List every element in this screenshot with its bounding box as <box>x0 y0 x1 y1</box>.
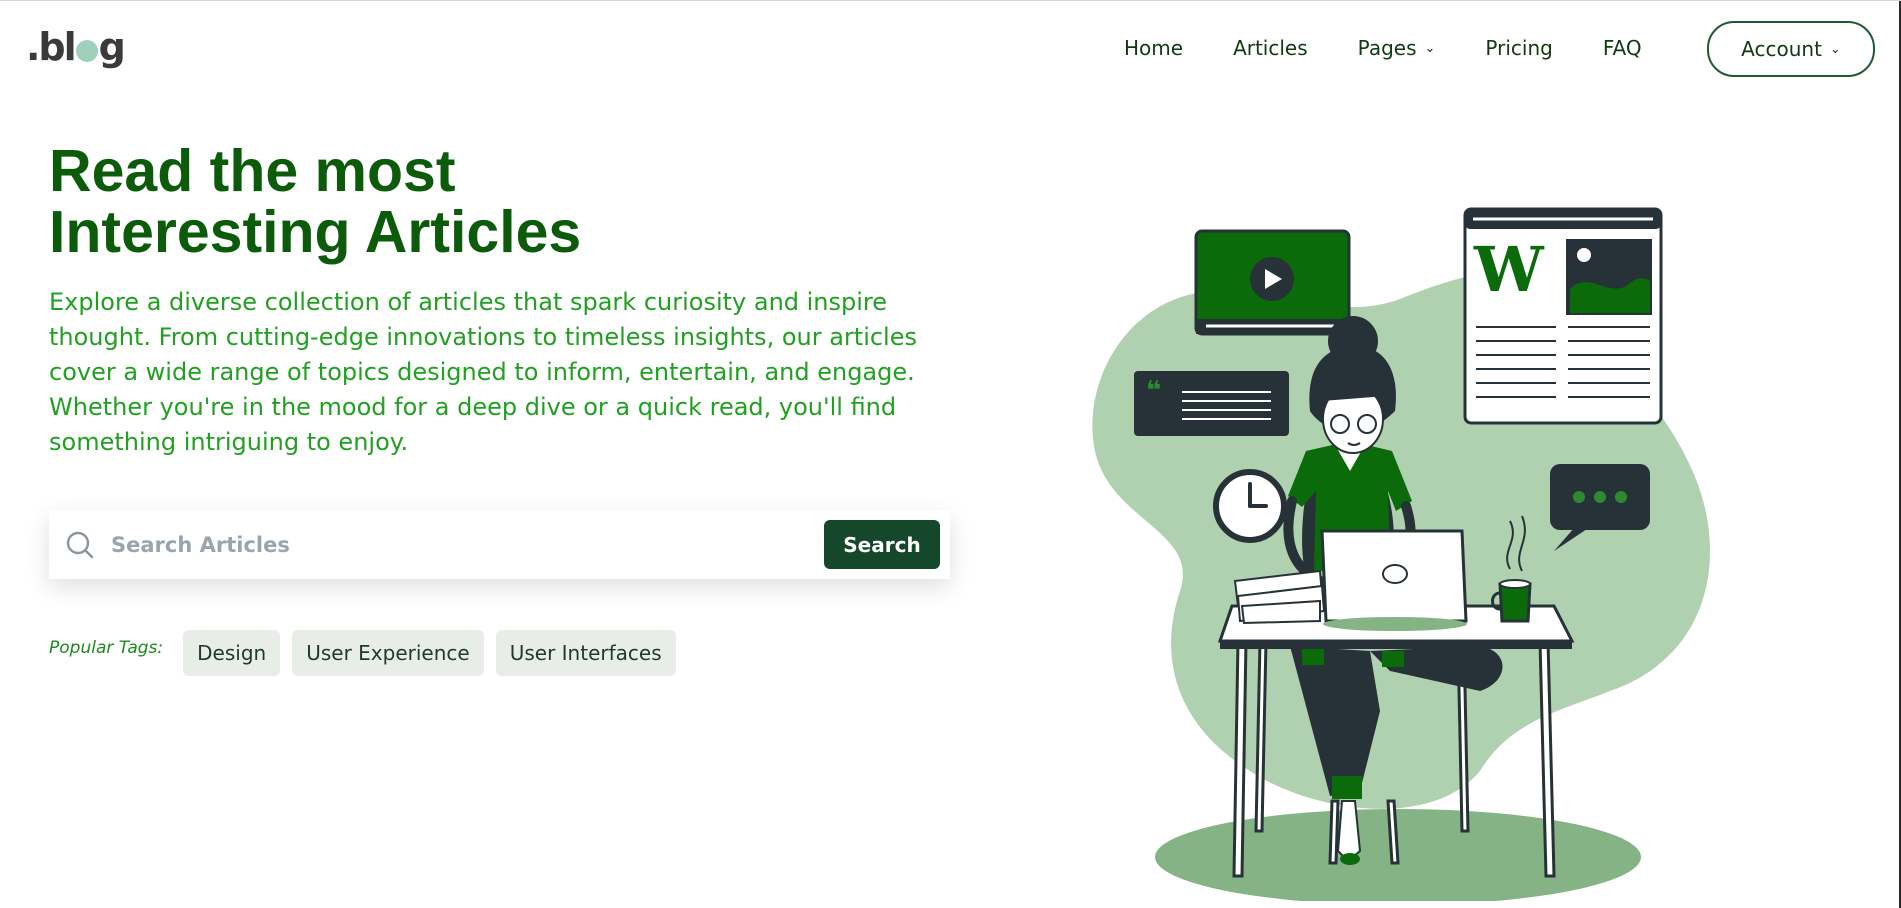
nav-articles[interactable]: Articles <box>1233 36 1308 60</box>
popular-tags: Popular Tags: Design User Experience Use… <box>49 630 688 676</box>
hero-title-line1: Read the most <box>49 138 456 204</box>
hero-title: Read the most Interesting Articles <box>49 141 749 263</box>
chevron-down-icon: ⌄ <box>1829 41 1841 57</box>
svg-text:W: W <box>1473 233 1545 306</box>
nav-pages[interactable]: Pages ⌄ <box>1358 36 1436 60</box>
hero-title-line2: Interesting Articles <box>49 199 582 265</box>
tag-user-experience[interactable]: User Experience <box>292 630 484 676</box>
tag-user-interfaces[interactable]: User Interfaces <box>495 630 676 676</box>
svg-text:❝: ❝ <box>1146 376 1161 406</box>
logo-dot <box>75 40 98 62</box>
search-input[interactable] <box>109 531 824 558</box>
books-icon <box>1233 569 1326 625</box>
search-bar: Search <box>49 510 950 579</box>
popular-tags-label: Popular Tags: <box>49 638 164 658</box>
nav-pricing[interactable]: Pricing <box>1485 36 1552 60</box>
quote-card-icon: ❝ <box>1134 371 1289 436</box>
article-card-icon: W <box>1463 207 1663 425</box>
hero-description: Explore a diverse collection of articles… <box>49 288 917 456</box>
chevron-down-icon: ⌄ <box>1424 40 1436 56</box>
search-button[interactable]: Search <box>824 520 940 569</box>
clock-icon <box>1213 469 1287 543</box>
account-button[interactable]: Account ⌄ <box>1707 21 1875 77</box>
site-logo[interactable]: .bl g <box>26 23 126 71</box>
account-label: Account <box>1741 37 1822 61</box>
nav-pages-label: Pages <box>1357 36 1417 60</box>
nav-faq[interactable]: FAQ <box>1603 36 1642 60</box>
main-nav: Home Articles Pages ⌄ Pricing FAQ <box>1124 21 1692 75</box>
hero-illustration: ❝ W <box>1092 207 1710 901</box>
search-icon <box>66 531 94 558</box>
laptop-icon <box>1320 529 1468 631</box>
tag-design[interactable]: Design <box>183 630 281 676</box>
video-card-icon <box>1194 229 1351 336</box>
nav-home[interactable]: Home <box>1124 36 1183 60</box>
